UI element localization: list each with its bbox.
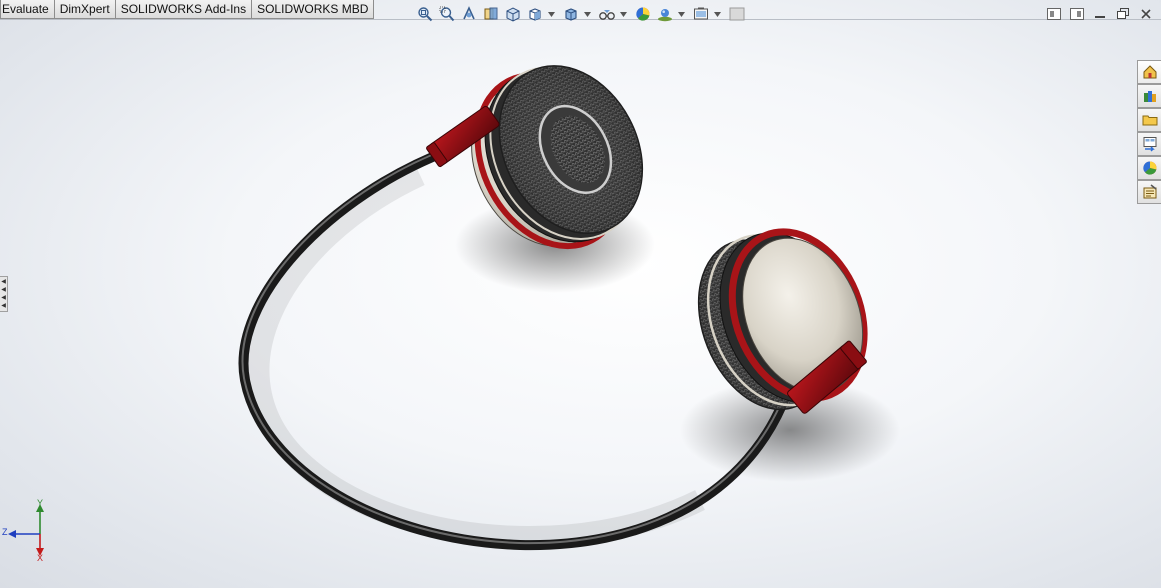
tab-solidworks-mbd[interactable]: SOLIDWORKS MBD	[252, 0, 375, 19]
view-palette-icon	[1143, 137, 1156, 152]
view-orientation-dropdown[interactable]	[547, 5, 555, 24]
graphics-area[interactable]	[0, 20, 1161, 588]
minimize-icon[interactable]	[1091, 6, 1109, 22]
tile-left-icon[interactable]	[1045, 6, 1063, 22]
view-orientation-icon[interactable]	[525, 5, 544, 24]
apply-scene-icon[interactable]	[655, 5, 674, 24]
command-manager-tabs: Evaluate DimXpert SOLIDWORKS Add-Ins SOL…	[0, 0, 375, 19]
solidworks-resources-icon	[1143, 65, 1156, 79]
feature-manager-collapse-handle[interactable]: ◀ ◀ ◀ ◀	[0, 276, 8, 312]
file-explorer-icon	[1142, 115, 1157, 126]
heads-up-view-toolbar	[415, 4, 749, 24]
hide-show-items-icon[interactable]	[597, 5, 616, 24]
design-library-tab[interactable]	[1137, 84, 1161, 108]
reference-triad	[8, 504, 44, 556]
view-settings-icon[interactable]	[691, 5, 710, 24]
custom-properties-tab[interactable]	[1137, 180, 1161, 204]
chevron-left-icon: ◀	[1, 279, 6, 285]
appearances-scenes-tab[interactable]	[1137, 156, 1161, 180]
view-settings-dropdown[interactable]	[713, 5, 721, 24]
zoom-to-fit-icon[interactable]	[415, 5, 434, 24]
zoom-to-area-icon[interactable]	[437, 5, 456, 24]
custom-properties-icon	[1143, 184, 1156, 199]
restore-icon[interactable]	[1114, 6, 1132, 22]
appearances-scenes-icon	[1142, 161, 1156, 175]
view-palette-tab[interactable]	[1137, 132, 1161, 156]
dynamic-annotation-views-icon[interactable]	[503, 5, 522, 24]
design-library-icon	[1143, 91, 1156, 102]
window-controls	[1045, 6, 1155, 22]
section-view-icon[interactable]	[481, 5, 500, 24]
hide-show-items-dropdown[interactable]	[619, 5, 627, 24]
edit-appearance-icon[interactable]	[633, 5, 652, 24]
tab-dimxpert[interactable]: DimXpert	[54, 0, 116, 19]
solidworks-resources-tab[interactable]	[1137, 60, 1161, 84]
chevron-left-icon: ◀	[1, 303, 6, 309]
display-pane-icon[interactable]	[727, 5, 746, 24]
close-icon[interactable]	[1137, 6, 1155, 22]
display-style-icon[interactable]	[561, 5, 580, 24]
display-style-dropdown[interactable]	[583, 5, 591, 24]
chevron-left-icon: ◀	[1, 287, 6, 293]
previous-view-icon[interactable]	[459, 5, 478, 24]
tile-right-icon[interactable]	[1068, 6, 1086, 22]
apply-scene-dropdown[interactable]	[677, 5, 685, 24]
tab-evaluate[interactable]: Evaluate	[0, 0, 55, 19]
chevron-left-icon: ◀	[1, 295, 6, 301]
task-pane	[1137, 60, 1161, 204]
file-explorer-tab[interactable]	[1137, 108, 1161, 132]
tab-solidworks-add-ins[interactable]: SOLIDWORKS Add-Ins	[115, 0, 253, 19]
